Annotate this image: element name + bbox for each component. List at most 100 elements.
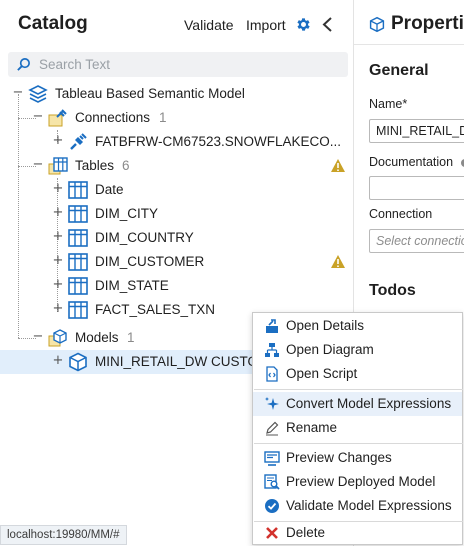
table-icon xyxy=(68,205,88,223)
expand-toggle[interactable]: + xyxy=(52,278,64,291)
context-menu: Open Details Open Diagram Open Script Co… xyxy=(252,312,463,545)
connection-item-label: FATBFRW-CM67523.SNOWFLAKECO... xyxy=(95,134,342,149)
documentation-field[interactable] xyxy=(369,176,464,200)
collapse-toggle[interactable]: − xyxy=(32,330,44,343)
todos-section-title: Todos xyxy=(369,282,416,299)
tables-count: 6 xyxy=(122,158,130,173)
menu-item-preview-changes[interactable]: Preview Changes xyxy=(253,446,462,470)
menu-item-label: Preview Changes xyxy=(286,450,392,465)
expand-toggle[interactable]: + xyxy=(52,354,64,367)
connections-count: 1 xyxy=(159,110,167,125)
expand-toggle[interactable]: + xyxy=(52,230,64,243)
delete-x-icon xyxy=(266,527,278,539)
open-details-icon xyxy=(266,319,278,333)
menu-separator xyxy=(254,443,463,444)
menu-separator xyxy=(254,389,463,390)
warning-icon xyxy=(331,159,345,172)
menu-item-label: Open Diagram xyxy=(286,342,374,357)
collapse-toggle[interactable]: − xyxy=(32,110,44,123)
menu-item-validate-model-expressions[interactable]: Validate Model Expressions xyxy=(253,494,462,518)
properties-title: Properties xyxy=(391,13,464,34)
pencil-icon xyxy=(266,421,279,436)
menu-item-rename[interactable]: Rename xyxy=(253,416,462,440)
table-icon xyxy=(68,301,88,319)
folder-plug-icon xyxy=(48,109,67,127)
folder-cube-icon xyxy=(48,329,67,347)
tree-row-table[interactable]: + DIM_COUNTRY xyxy=(0,226,354,250)
cube-icon xyxy=(369,16,385,33)
layers-icon xyxy=(28,85,48,103)
tree-tables-label: Tables xyxy=(75,158,115,173)
menu-item-label: Preview Deployed Model xyxy=(286,474,436,489)
divider xyxy=(354,44,464,45)
preview-deployed-icon xyxy=(264,474,280,490)
table-icon xyxy=(68,253,88,271)
sparkle-icon xyxy=(265,397,279,410)
plug-icon xyxy=(70,133,87,150)
connection-label: Connection xyxy=(369,207,433,221)
tree-row-connections[interactable]: − Connections 1 xyxy=(0,106,354,130)
name-label: Name* xyxy=(369,97,408,111)
script-icon xyxy=(266,366,278,382)
tree-row-table[interactable]: + Date xyxy=(0,178,354,202)
menu-item-label: Delete xyxy=(286,525,326,540)
search-box xyxy=(8,52,348,77)
tree-connections-label: Connections xyxy=(75,110,151,125)
menu-item-label: Validate Model Expressions xyxy=(286,498,452,513)
models-count: 1 xyxy=(127,330,135,345)
table-item-label: Date xyxy=(95,182,124,197)
menu-item-label: Open Script xyxy=(286,366,358,381)
preview-changes-icon xyxy=(264,451,280,466)
table-item-label: DIM_CUSTOMER xyxy=(95,254,205,269)
menu-item-open-diagram[interactable]: Open Diagram xyxy=(253,338,462,362)
tree-row-root[interactable]: − Tableau Based Semantic Model xyxy=(0,82,354,106)
catalog-title: Catalog xyxy=(18,13,88,34)
tree-row-table[interactable]: + DIM_STATE xyxy=(0,274,354,298)
gear-icon[interactable] xyxy=(295,16,312,33)
menu-item-open-script[interactable]: Open Script xyxy=(253,362,462,386)
table-item-label: DIM_CITY xyxy=(95,206,159,221)
tree-row-connection[interactable]: + FATBFRW-CM67523.SNOWFLAKECO... xyxy=(0,130,354,154)
tree-row-table[interactable]: + DIM_CUSTOMER xyxy=(0,250,354,274)
menu-item-label: Open Details xyxy=(286,318,365,333)
table-icon xyxy=(68,277,88,295)
folder-table-icon xyxy=(48,157,68,175)
expand-toggle[interactable]: + xyxy=(52,254,64,267)
menu-item-preview-deployed-model[interactable]: Preview Deployed Model xyxy=(253,470,462,494)
general-section-title: General xyxy=(369,62,429,79)
diagram-icon xyxy=(265,343,279,357)
model-item-label: MINI_RETAIL_DW CUSTO xyxy=(95,354,259,369)
expand-toggle[interactable]: + xyxy=(52,206,64,219)
catalog-header: Catalog Validate Import xyxy=(0,0,354,48)
table-item-label: DIM_COUNTRY xyxy=(95,230,194,245)
status-bar-url: localhost:19980/MM/# xyxy=(0,525,127,545)
search-icon xyxy=(17,58,30,71)
expand-toggle[interactable]: + xyxy=(52,182,64,195)
warning-icon xyxy=(331,255,345,268)
expand-toggle[interactable]: + xyxy=(52,134,64,147)
validate-button[interactable]: Validate xyxy=(184,17,234,33)
name-field[interactable]: MINI_RETAIL_D xyxy=(369,119,464,143)
cube-icon xyxy=(69,352,87,372)
collapse-toggle[interactable]: − xyxy=(12,86,24,99)
menu-item-open-details[interactable]: Open Details xyxy=(253,314,462,338)
search-input[interactable] xyxy=(39,55,339,74)
menu-item-label: Convert Model Expressions xyxy=(286,396,452,411)
tree-row-tables[interactable]: − Tables 6 xyxy=(0,154,354,178)
documentation-label: Documentation xyxy=(369,155,454,169)
check-circle-icon xyxy=(265,499,279,513)
table-icon xyxy=(68,181,88,199)
tree-row-table[interactable]: + DIM_CITY xyxy=(0,202,354,226)
chevron-left-icon[interactable] xyxy=(320,16,336,33)
tree-models-label: Models xyxy=(75,330,119,345)
menu-item-label: Rename xyxy=(286,420,338,435)
collapse-toggle[interactable]: − xyxy=(32,158,44,171)
menu-item-convert-model-expressions[interactable]: Convert Model Expressions xyxy=(253,392,462,416)
table-item-label: FACT_SALES_TXN xyxy=(95,302,216,317)
table-icon xyxy=(68,229,88,247)
connection-select[interactable]: Select connection xyxy=(369,229,464,253)
table-item-label: DIM_STATE xyxy=(95,278,169,293)
menu-item-delete[interactable]: Delete xyxy=(253,521,462,545)
expand-toggle[interactable]: + xyxy=(52,302,64,315)
import-button[interactable]: Import xyxy=(246,17,286,33)
